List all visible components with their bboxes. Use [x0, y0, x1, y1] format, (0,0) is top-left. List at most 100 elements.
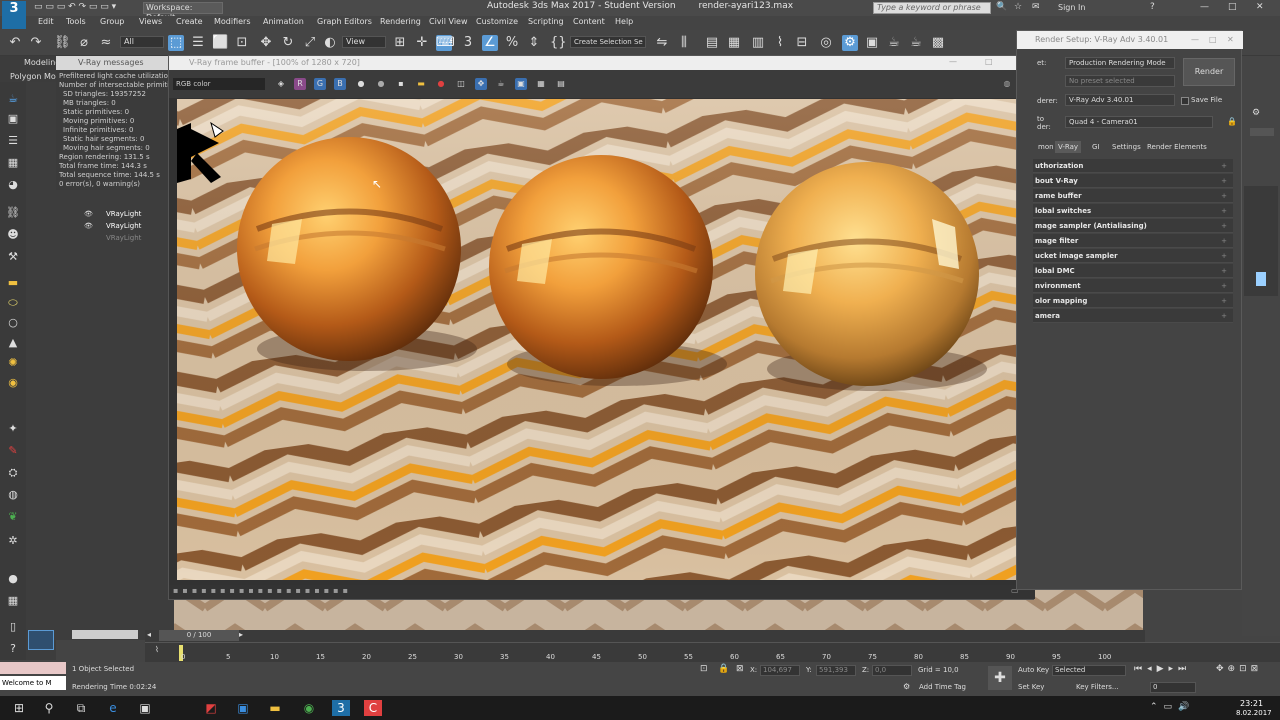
- region-icon[interactable]: ◫: [455, 78, 467, 90]
- menu-animation[interactable]: Animation: [263, 17, 304, 26]
- command-panel-field[interactable]: [1250, 128, 1274, 136]
- menu-rendering[interactable]: Rendering: [380, 17, 421, 26]
- stop-render-icon[interactable]: ●: [435, 78, 447, 90]
- curve-icon[interactable]: ⌇: [155, 645, 159, 654]
- box-icon[interactable]: ▣: [5, 112, 21, 126]
- render-setup-icon[interactable]: ⚙: [842, 35, 858, 51]
- absolute-mode-icon[interactable]: ⊠: [736, 664, 744, 674]
- menu-content[interactable]: Content: [573, 17, 605, 26]
- red-channel-button[interactable]: R: [294, 78, 306, 90]
- channel-dropdown[interactable]: RGB color: [173, 78, 265, 90]
- help-circle-icon[interactable]: ?: [5, 642, 21, 656]
- menu-views[interactable]: Views: [139, 17, 162, 26]
- brush-icon[interactable]: ✎: [5, 444, 21, 458]
- render-iterative-icon[interactable]: ☕: [908, 35, 924, 51]
- menu-group[interactable]: Group: [100, 17, 124, 26]
- photoshop-icon[interactable]: ▣: [234, 700, 252, 716]
- current-frame-field[interactable]: 0: [1150, 682, 1196, 693]
- select-object-icon[interactable]: ⬚: [168, 35, 184, 51]
- history-icon[interactable]: ▤: [555, 78, 567, 90]
- select-by-name-icon[interactable]: ☰: [190, 35, 206, 51]
- spinner-snap-icon[interactable]: ⇕: [526, 35, 542, 51]
- tab-render-elements[interactable]: Render Elements: [1144, 141, 1210, 153]
- sphere-tool-icon[interactable]: ◕: [5, 178, 21, 192]
- fan-icon[interactable]: ✲: [5, 534, 21, 548]
- file-explorer-icon[interactable]: ▬: [266, 700, 284, 716]
- list-icon[interactable]: ☰: [5, 134, 21, 148]
- rectangular-selection-icon[interactable]: ⬜: [212, 35, 228, 51]
- key-filters-button[interactable]: Key Filters...: [1076, 683, 1119, 691]
- undo-icon[interactable]: ↶: [7, 35, 23, 51]
- lock-icon[interactable]: 🔒: [1227, 117, 1237, 126]
- frame-counter[interactable]: 0 / 100: [159, 630, 239, 641]
- window-crossing-icon[interactable]: ⊡: [234, 35, 250, 51]
- rollout-color-mapping[interactable]: olor mapping +: [1033, 294, 1233, 308]
- rs-close-button[interactable]: ✕: [1227, 35, 1234, 44]
- rollout-global-switches[interactable]: lobal switches +: [1033, 204, 1233, 218]
- rotate-icon[interactable]: ↻: [280, 35, 296, 51]
- color-picker-icon[interactable]: ◈: [275, 78, 287, 90]
- grid-icon[interactable]: ▦: [5, 156, 21, 170]
- scene-item[interactable]: VRayLight: [106, 234, 141, 242]
- rollout-global-dmc[interactable]: lobal DMC +: [1033, 264, 1233, 278]
- set-key-plus-icon[interactable]: ✚: [988, 666, 1012, 690]
- scene-item[interactable]: VRayLight: [106, 222, 141, 230]
- hammer-icon[interactable]: ⚒: [5, 250, 21, 264]
- rollout-environment[interactable]: nvironment +: [1033, 279, 1233, 293]
- reference-coordinate-dropdown[interactable]: View: [342, 36, 386, 48]
- workspace-dropdown[interactable]: Workspace: Default: [143, 2, 223, 22]
- render-in-cloud-icon[interactable]: ▩: [930, 35, 946, 51]
- pivot-icon[interactable]: ⊞: [392, 35, 408, 51]
- tab-modeling[interactable]: Modeling: [24, 58, 60, 67]
- tab-gi[interactable]: GI: [1089, 141, 1103, 153]
- scene-item[interactable]: VRayLight: [106, 210, 141, 218]
- align-icon[interactable]: ⫼: [676, 35, 692, 51]
- exchange-icon[interactable]: ✉: [1032, 2, 1040, 12]
- key-mode-dropdown[interactable]: Selected: [1052, 665, 1126, 676]
- windows-start-icon[interactable]: ⊞: [10, 700, 28, 716]
- plant-icon[interactable]: ❦: [5, 510, 21, 524]
- rs-maximize-button[interactable]: □: [1209, 35, 1217, 44]
- add-time-tag-button[interactable]: Add Time Tag: [919, 683, 966, 691]
- eye-icon[interactable]: 👁: [84, 210, 93, 218]
- help-icon[interactable]: ?: [1150, 2, 1155, 12]
- track-bar[interactable]: ⌇ 0 5 10 15 20 25 30 35 40 45 50 55 60 6…: [145, 642, 1280, 662]
- menu-customize[interactable]: Customize: [476, 17, 518, 26]
- calculator-icon[interactable]: ▦: [5, 594, 21, 608]
- bind-space-warp-icon[interactable]: ≈: [98, 35, 114, 51]
- render-button[interactable]: Render: [1183, 58, 1235, 86]
- white-dot-icon[interactable]: ●: [355, 78, 367, 90]
- camtasia-icon[interactable]: C: [364, 700, 382, 716]
- auto-key-button[interactable]: Auto Key: [1018, 666, 1049, 674]
- trash-icon[interactable]: ▯: [5, 620, 21, 634]
- eye-icon[interactable]: 👁: [84, 222, 93, 230]
- rollout-image-filter[interactable]: mage filter +: [1033, 234, 1233, 248]
- time-tag-icon[interactable]: ⚙: [903, 682, 910, 691]
- globe-icon[interactable]: ◍: [1001, 78, 1013, 90]
- mirror-icon[interactable]: ⇋: [654, 35, 670, 51]
- set-key-button[interactable]: Set Key: [1018, 683, 1044, 691]
- viewport-layout-button[interactable]: [28, 630, 54, 650]
- redo-icon[interactable]: ↷: [28, 35, 44, 51]
- x-coordinate-field[interactable]: 104,697: [760, 665, 800, 676]
- named-selection-set-dropdown[interactable]: Create Selection Se: [570, 36, 646, 48]
- interactive-render-icon[interactable]: ▣: [515, 78, 527, 90]
- favorites-icon[interactable]: ☆: [1014, 2, 1022, 12]
- folder-icon[interactable]: ▬: [5, 276, 21, 290]
- tab-common[interactable]: mon: [1035, 141, 1057, 153]
- object-paint-icon[interactable]: ⛭: [5, 466, 21, 480]
- tab-settings[interactable]: Settings: [1109, 141, 1144, 153]
- rollout-image-sampler[interactable]: mage sampler (Antialiasing) +: [1033, 219, 1233, 233]
- preset-dropdown[interactable]: No preset selected: [1065, 75, 1175, 87]
- time-slider[interactable]: ◂ 0 / 100 ▸: [145, 630, 1145, 642]
- save-file-checkbox[interactable]: [1181, 97, 1189, 105]
- curve-editor-icon[interactable]: ⌇: [772, 35, 788, 51]
- renderer-dropdown[interactable]: V-Ray Adv 3.40.01: [1065, 94, 1175, 106]
- ribbon-toggle-icon[interactable]: ▥: [750, 35, 766, 51]
- track-mouse-icon[interactable]: ✥: [475, 78, 487, 90]
- menu-create[interactable]: Create: [176, 17, 203, 26]
- store-icon[interactable]: ▣: [136, 700, 154, 716]
- minimize-button[interactable]: —: [1200, 2, 1209, 12]
- lens-effects-icon[interactable]: ▦: [535, 78, 547, 90]
- select-manipulate-icon[interactable]: ✛: [414, 35, 430, 51]
